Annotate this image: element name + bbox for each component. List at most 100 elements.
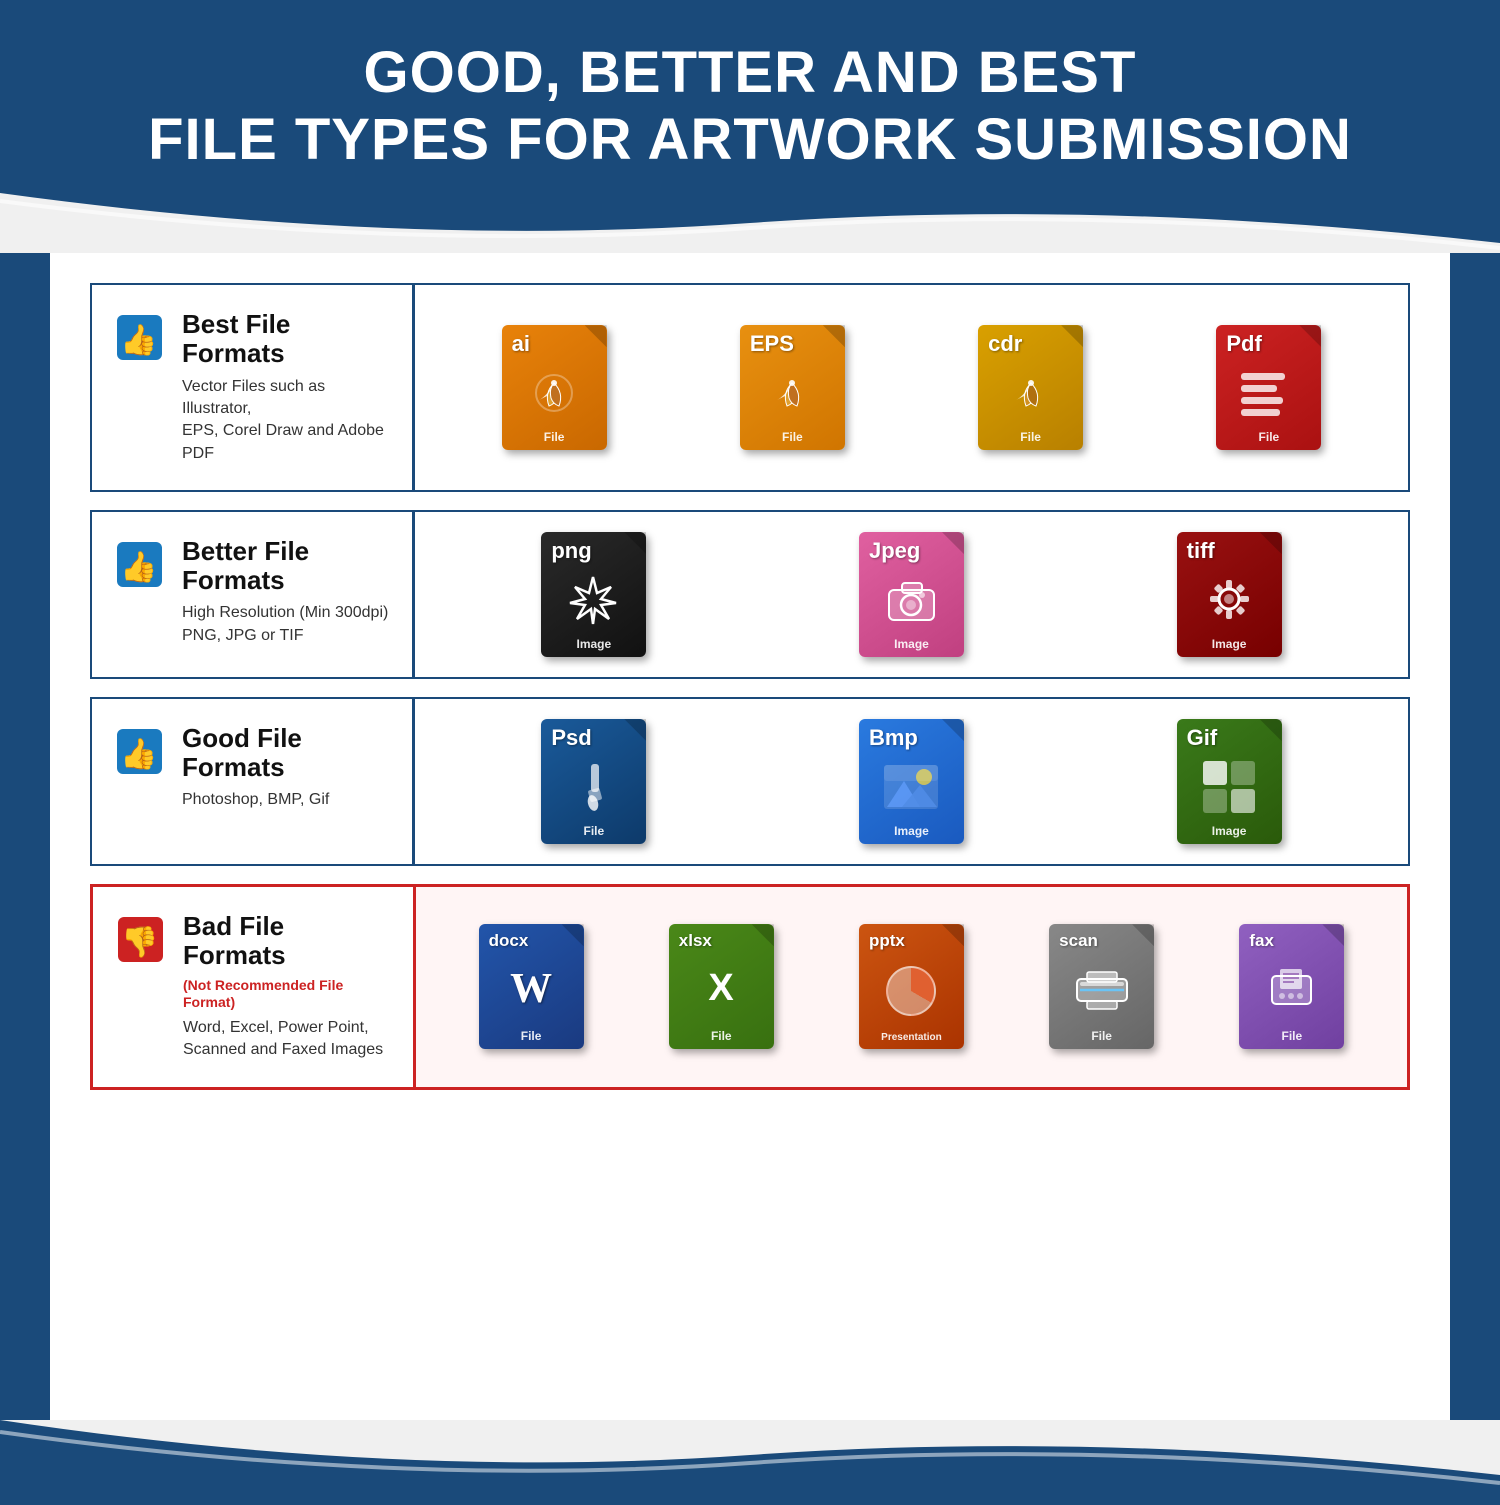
file-icon-pptx	[865, 949, 958, 1032]
info-text-best: Best File Formats Vector Files such as I…	[182, 310, 392, 465]
file-label-docx: File	[521, 1029, 542, 1043]
files-panel-best: ai File	[415, 285, 1408, 490]
section-desc-bad: Word, Excel, Power Point,Scanned and Fax…	[183, 1017, 393, 1062]
main-container: GOOD, BETTER AND BEST FILE TYPES FOR ART…	[0, 0, 1500, 1500]
info-panel-bad: 👎 Bad File Formats (Not Recommended File…	[93, 887, 413, 1087]
file-label-fax: File	[1282, 1029, 1303, 1043]
file-icon-scan	[1055, 949, 1148, 1029]
file-ext-gif: Gif	[1183, 727, 1218, 749]
section-best: 👍 Best File Formats Vector Files such as…	[90, 283, 1410, 492]
content-wrapper: 👍 Best File Formats Vector Files such as…	[50, 253, 1450, 1420]
section-title-better: Better File Formats	[182, 537, 392, 594]
file-icon-tiff	[1183, 562, 1276, 637]
section-title-best: Best File Formats	[182, 310, 392, 367]
file-label-psd: File	[583, 824, 604, 838]
info-panel-best: 👍 Best File Formats Vector Files such as…	[92, 285, 412, 490]
file-fax: fax	[1232, 924, 1352, 1049]
file-gif: Gif Image	[1169, 719, 1289, 844]
file-label-pptx: Presentation	[881, 1032, 942, 1043]
section-bad: 👎 Bad File Formats (Not Recommended File…	[90, 884, 1410, 1090]
file-label-jpeg: Image	[894, 637, 929, 651]
file-ext-jpeg: Jpeg	[865, 540, 920, 562]
section-subtitle-bad: (Not Recommended File Format)	[183, 977, 393, 1011]
file-pptx: pptx Presentation	[851, 924, 971, 1049]
file-ext-pdf: Pdf	[1222, 333, 1261, 355]
thumbs-up-better: 👍	[112, 537, 167, 592]
file-ext-pptx: pptx	[865, 932, 905, 949]
section-better: 👍 Better File Formats High Resolution (M…	[90, 510, 1410, 679]
file-ext-psd: Psd	[547, 727, 591, 749]
info-text-bad: Bad File Formats (Not Recommended File F…	[183, 912, 393, 1062]
file-icon-ai	[508, 355, 601, 430]
svg-text:👍: 👍	[120, 549, 157, 584]
info-panel-better: 👍 Better File Formats High Resolution (M…	[92, 512, 412, 677]
header: GOOD, BETTER AND BEST FILE TYPES FOR ART…	[0, 0, 1500, 193]
file-label-ai: File	[544, 430, 565, 444]
file-label-bmp: Image	[894, 824, 929, 838]
svg-text:👍: 👍	[120, 322, 157, 357]
file-xlsx: xlsx X File	[661, 924, 781, 1049]
thumbs-up-good: 👍	[112, 724, 167, 779]
file-icon-docx: W	[485, 949, 578, 1029]
file-icon-cdr	[984, 355, 1077, 430]
file-tiff: tiff	[1169, 532, 1289, 657]
file-docx: docx W File	[471, 924, 591, 1049]
info-panel-good: 👍 Good File Formats Photoshop, BMP, Gif	[92, 699, 412, 864]
top-swoosh	[0, 193, 1500, 253]
file-ext-tiff: tiff	[1183, 540, 1215, 562]
header-line1: GOOD, BETTER AND BEST	[364, 40, 1137, 105]
files-panel-bad: docx W File xlsx X	[416, 887, 1407, 1087]
file-ext-scan: scan	[1055, 932, 1098, 949]
file-ext-eps: EPS	[746, 333, 794, 355]
file-icon-bmp	[865, 749, 958, 824]
section-desc-best: Vector Files such as Illustrator,EPS, Co…	[182, 376, 392, 466]
file-icon-gif	[1183, 749, 1276, 824]
file-ext-cdr: cdr	[984, 333, 1022, 355]
file-icon-xlsx: X	[675, 949, 768, 1029]
file-ext-bmp: Bmp	[865, 727, 918, 749]
file-bmp: Bmp	[851, 719, 971, 844]
file-label-pdf: File	[1259, 430, 1280, 444]
info-text-good: Good File Formats Photoshop, BMP, Gif	[182, 724, 392, 812]
file-ext-fax: fax	[1245, 932, 1274, 949]
section-title-good: Good File Formats	[182, 724, 392, 781]
svg-text:X: X	[709, 967, 735, 1009]
file-icon-psd	[547, 749, 640, 824]
file-label-eps: File	[782, 430, 803, 444]
thumbs-down-bad: 👎	[113, 912, 168, 967]
section-title-bad: Bad File Formats	[183, 912, 393, 969]
file-icon-pdf	[1222, 355, 1315, 430]
section-desc-better: High Resolution (Min 300dpi)PNG, JPG or …	[182, 602, 392, 647]
section-good: 👍 Good File Formats Photoshop, BMP, Gif …	[90, 697, 1410, 866]
header-title: GOOD, BETTER AND BEST FILE TYPES FOR ART…	[60, 40, 1440, 173]
file-label-cdr: File	[1020, 430, 1041, 444]
files-panel-better: png Image Jpeg	[415, 512, 1408, 677]
file-label-gif: Image	[1212, 824, 1247, 838]
section-desc-good: Photoshop, BMP, Gif	[182, 789, 392, 811]
file-ext-xlsx: xlsx	[675, 932, 712, 949]
bottom-swoosh	[0, 1420, 1500, 1500]
file-ext-docx: docx	[485, 932, 529, 949]
file-label-png: Image	[576, 637, 611, 651]
svg-text:👍: 👍	[120, 736, 157, 771]
thumbs-up-best: 👍	[112, 310, 167, 365]
file-label-tiff: Image	[1212, 637, 1247, 651]
file-icon-png	[547, 562, 640, 637]
file-png: png Image	[534, 532, 654, 657]
file-icon-fax	[1245, 949, 1338, 1029]
file-label-scan: File	[1091, 1029, 1112, 1043]
svg-text:👎: 👎	[121, 925, 158, 959]
file-ext-png: png	[547, 540, 591, 562]
file-ai: ai File	[494, 325, 614, 450]
file-scan: scan	[1042, 924, 1162, 1049]
file-pdf: Pdf File	[1209, 325, 1329, 450]
info-text-better: Better File Formats High Resolution (Min…	[182, 537, 392, 647]
header-line2: FILE TYPES FOR ARTWORK SUBMISSION	[148, 107, 1352, 172]
file-icon-eps	[746, 355, 839, 430]
file-cdr: cdr File	[971, 325, 1091, 450]
file-psd: Psd File	[534, 719, 654, 844]
file-eps: EPS File	[732, 325, 852, 450]
file-ext-ai: ai	[508, 333, 530, 355]
files-panel-good: Psd File	[415, 699, 1408, 864]
file-icon-jpeg	[865, 562, 958, 637]
